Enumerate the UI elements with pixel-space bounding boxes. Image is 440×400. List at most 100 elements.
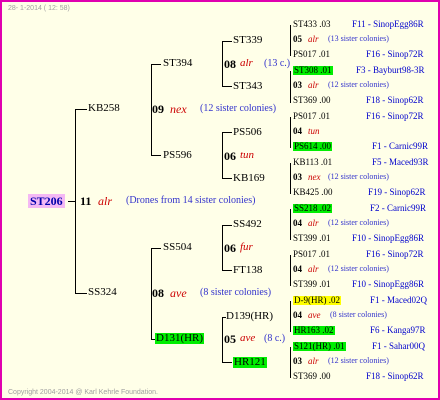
leaf-colony-id[interactable]: PS017 .01 [293,112,330,121]
leaf-colony-id[interactable]: S121(HR) .01 [293,342,346,351]
sister-colonies-note: (12 sister colonies) [328,80,389,89]
queen-race: ave [308,310,321,320]
connector-line [222,41,223,87]
leaf-source: F11 - SinopEgg86R [352,19,424,29]
leaf-colony-id[interactable]: ST308 .01 [293,66,333,75]
leaf-source: F2 - Carnic99R [370,203,426,213]
leaf-source: F18 - Sinop62R [366,95,424,105]
connector-line [222,86,232,87]
leaf-colony-id[interactable]: ST399 .01 [293,280,331,289]
generation-number: 03 [293,80,302,90]
connector-line [222,225,223,271]
leaf-colony-id[interactable]: KB425 .00 [293,188,333,197]
leaf-colony-id[interactable]: PS614 .00 [293,142,333,151]
sister-colonies-note: (8 c.) [264,333,286,344]
colony-id[interactable]: FT138 [233,265,262,276]
colony-id[interactable]: D131(HR) [155,333,205,344]
queen-race: ave [170,286,187,300]
leaf-colony-id[interactable]: ST433 .03 [293,20,331,29]
root-colony-id[interactable]: ST206 [28,194,65,208]
leaf-source: F16 - Sinop72R [366,249,424,259]
root-queen-race: alr [98,194,113,208]
root-drone-note: (Drones from 14 sister colonies) [126,195,256,206]
leaf-colony-id[interactable]: ST399 .01 [293,234,331,243]
copyright-footer: Copyright 2004-2014 @ Karl Kehrle Founda… [8,389,158,396]
connector-line [75,109,87,110]
sister-colonies-note: (12 sister colonies) [200,103,277,114]
colony-id[interactable]: SS504 [163,242,192,253]
connector-line [151,64,161,65]
leaf-source: F1 - Carnic99R [372,141,428,151]
colony-id[interactable]: SS324 [88,287,117,298]
generation-number: 04 [293,126,302,136]
connector-line [290,71,291,103]
queen-race: alr [308,218,319,228]
sister-colonies-note: (12 sister colonies) [328,264,389,273]
connector-line [222,132,223,179]
leaf-colony-id[interactable]: PS017 .01 [293,50,330,59]
sister-colonies-note: (8 sister colonies) [330,310,387,319]
connector-line [68,201,76,202]
colony-id[interactable]: PS596 [163,150,192,161]
colony-id[interactable]: ST394 [163,58,192,69]
root-generation-number: 11 [80,194,92,208]
leaf-source: F5 - Maced93R [372,157,429,167]
generation-number: 06 [224,149,236,163]
generation-number: 03 [293,356,302,366]
colony-id[interactable]: D139(HR) [226,311,273,322]
leaf-source: F19 - Sinop62R [368,187,426,197]
leaf-colony-id[interactable]: HR163 .02 [293,326,335,335]
generation-number: 08 [152,286,164,300]
leaf-source: F1 - Maced02Q [370,295,427,305]
connector-line [290,209,291,240]
colony-id[interactable]: HR121 [233,357,267,368]
queen-race: alr [308,34,319,44]
colony-id[interactable]: ST339 [233,35,262,46]
queen-race: nex [170,102,187,116]
sister-colonies-note: (8 sister colonies) [200,287,272,298]
generation-number: 03 [293,172,302,182]
queen-race: alr [308,356,319,366]
connector-line [75,293,87,294]
leaf-colony-id[interactable]: D-9(HR) .02 [293,296,341,305]
leaf-colony-id[interactable]: SS218 .02 [293,204,333,213]
colony-id[interactable]: SS492 [233,219,262,230]
leaf-colony-id[interactable]: PS017 .01 [293,250,330,259]
leaf-colony-id[interactable]: ST369 .00 [293,96,331,105]
connector-line [222,132,232,133]
leaf-source: F3 - Bayburt98-3R [356,65,425,75]
generation-number: 06 [224,241,236,255]
queen-race: alr [308,80,319,90]
colony-id[interactable]: KB169 [233,173,265,184]
connector-line [290,347,291,378]
queen-race: fur [240,241,253,253]
sister-colonies-note: (12 sister colonies) [328,356,389,365]
sister-colonies-note: (12 sister colonies) [328,172,389,181]
generation-number: 09 [152,102,164,116]
connector-line [290,255,291,286]
connector-line [222,317,223,363]
connector-line [151,155,161,156]
generation-number: 04 [293,218,302,228]
sister-colonies-note: (12 sister colonies) [328,218,389,227]
generation-number: 05 [293,34,302,44]
sister-colonies-note: (13 sister colonies) [328,34,389,43]
timestamp-header: 28- 1-2014 ( 12: 58) [8,5,70,12]
queen-race: ave [240,332,256,344]
leaf-colony-id[interactable]: KB113 .01 [293,158,332,167]
generation-number: 05 [224,332,236,346]
connector-line [290,117,291,148]
colony-id[interactable]: KB258 [88,103,120,114]
leaf-source: F18 - Sinop62R [366,371,424,381]
leaf-source: F10 - SinopEgg86R [352,233,425,243]
connector-line [222,41,232,42]
colony-id[interactable]: PS506 [233,127,262,138]
leaf-source: F1 - Sahar00Q [372,341,425,351]
colony-id[interactable]: ST343 [233,81,262,92]
sister-colonies-note: (13 c.) [264,58,291,69]
leaf-colony-id[interactable]: ST369 .00 [293,372,331,381]
connector-line [151,248,161,249]
pedigree-frame: 28- 1-2014 ( 12: 58) Copyright 2004-2014… [0,0,440,400]
queen-race: tun [240,149,255,161]
generation-number: 08 [224,57,236,71]
